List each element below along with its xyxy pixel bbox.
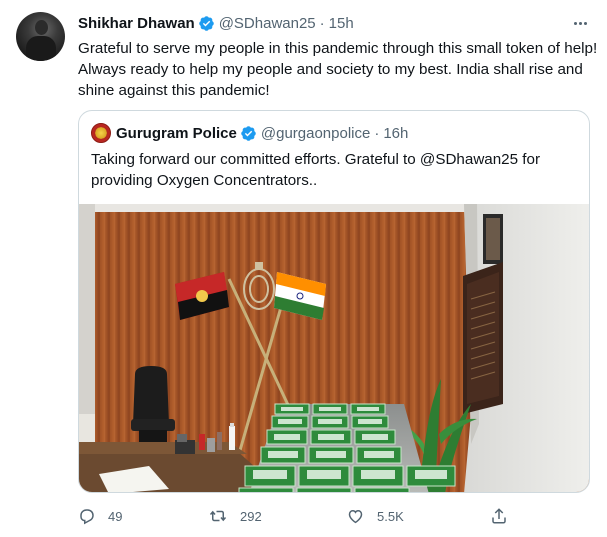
like-button[interactable]: 5.5K <box>346 500 404 532</box>
quoted-author-avatar <box>91 123 111 143</box>
quoted-tweet-text: Taking forward our committed efforts. Gr… <box>91 151 541 189</box>
author-name[interactable]: Shikhar Dhawan <box>78 15 195 32</box>
reply-count: 49 <box>108 508 123 524</box>
share-icon <box>492 508 506 524</box>
tweet-time[interactable]: 15h <box>329 15 354 32</box>
tweet-text: Grateful to serve my people in this pand… <box>78 40 598 99</box>
tweet-actions: 49 292 5.5K <box>78 500 598 532</box>
separator-dot: · <box>374 124 380 142</box>
author-handle[interactable]: @SDhawan25 <box>219 15 316 32</box>
tweet-card[interactable]: Shikhar Dhawan @SDhawan25 · 15h Grateful… <box>0 0 607 537</box>
retweet-button[interactable]: 292 <box>208 500 262 532</box>
retweet-icon <box>209 510 227 522</box>
separator-dot: · <box>319 14 325 32</box>
like-count: 5.5K <box>377 508 404 524</box>
quoted-tweet[interactable]: Gurugram Police @gurgaonpolice · 16h Tak… <box>78 110 590 493</box>
verified-badge-icon <box>198 15 214 31</box>
reply-icon <box>80 509 94 525</box>
author-avatar[interactable] <box>16 12 65 61</box>
quoted-author-handle: @gurgaonpolice <box>260 124 371 142</box>
office-photo[interactable] <box>79 204 590 493</box>
quoted-author-name: Gurugram Police <box>116 124 237 142</box>
quoted-tweet-time: 16h <box>383 124 409 142</box>
retweet-count: 292 <box>240 508 262 524</box>
tweet-header: Shikhar Dhawan @SDhawan25 · 15h <box>78 13 354 33</box>
more-icon[interactable] <box>569 12 591 34</box>
reply-button[interactable]: 49 <box>78 500 122 532</box>
verified-badge-icon <box>241 125 256 141</box>
quoted-tweet-header: Gurugram Police @gurgaonpolice · 16h <box>91 123 408 143</box>
like-icon <box>348 509 363 524</box>
share-button[interactable] <box>490 500 508 532</box>
